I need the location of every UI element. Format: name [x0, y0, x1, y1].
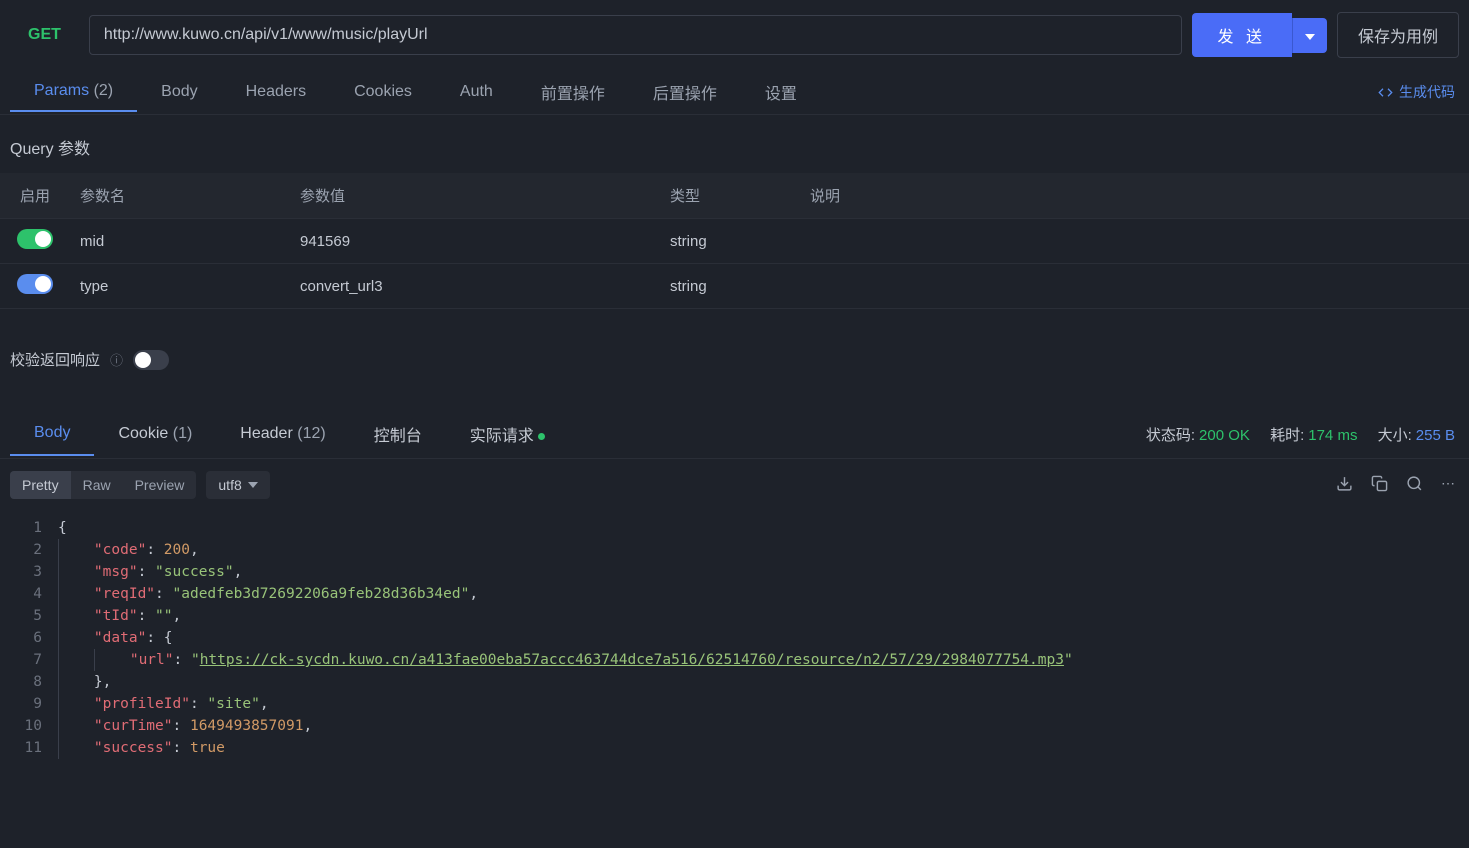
response-body-view[interactable]: 1{ 2 "code": 200, 3 "msg": "success", 4 … [0, 511, 1469, 765]
param-value[interactable]: 941569 [290, 219, 660, 264]
validate-label: 校验返回响应 [10, 349, 100, 370]
code-icon [1378, 85, 1393, 100]
param-name[interactable]: type [70, 264, 290, 309]
tab-cookies[interactable]: Cookies [330, 73, 436, 111]
tab-params[interactable]: Params (2) [10, 72, 137, 112]
response-tabs: Body Cookie (1) Header (12) 控制台 实际请求 状态码… [0, 410, 1469, 459]
resp-tab-console[interactable]: 控制台 [350, 410, 446, 458]
param-row: type convert_url3 string [0, 264, 1469, 309]
more-icon[interactable]: ⋯ [1441, 475, 1455, 495]
param-toggle[interactable] [17, 274, 53, 294]
resp-tab-header[interactable]: Header (12) [216, 413, 349, 455]
request-tabs: Params (2) Body Headers Cookies Auth 前置操… [0, 70, 1469, 115]
params-table: 启用 参数名 参数值 类型 说明 mid 941569 string type … [0, 173, 1469, 309]
col-type: 类型 [660, 173, 800, 219]
tab-body[interactable]: Body [137, 73, 221, 111]
status-dot-icon [538, 433, 545, 440]
validate-toggle[interactable] [133, 350, 169, 370]
param-value[interactable]: convert_url3 [290, 264, 660, 309]
param-type[interactable]: string [660, 219, 800, 264]
tab-post-script[interactable]: 后置操作 [629, 70, 741, 114]
tab-settings[interactable]: 设置 [741, 70, 821, 114]
param-desc[interactable] [800, 264, 1469, 309]
response-url-link[interactable]: https://ck-sycdn.kuwo.cn/a413fae00eba57a… [200, 652, 1064, 668]
param-name[interactable]: mid [70, 219, 290, 264]
help-icon[interactable]: ⓘ [110, 350, 123, 369]
col-value: 参数值 [290, 173, 660, 219]
send-button[interactable]: 发 送 [1192, 13, 1292, 57]
param-toggle[interactable] [17, 229, 53, 249]
http-method[interactable]: GET [10, 26, 79, 44]
export-icon[interactable] [1336, 475, 1353, 495]
col-desc: 说明 [800, 173, 1469, 219]
send-dropdown[interactable] [1292, 18, 1327, 53]
save-as-case-button[interactable]: 保存为用例 [1337, 12, 1459, 58]
generate-code-link[interactable]: 生成代码 [1378, 82, 1455, 102]
resp-tab-cookie[interactable]: Cookie (1) [94, 413, 216, 455]
view-mode-preview[interactable]: Preview [123, 471, 197, 499]
tab-headers[interactable]: Headers [222, 73, 330, 111]
encoding-select[interactable]: utf8 [206, 471, 269, 499]
view-mode-pretty[interactable]: Pretty [10, 471, 71, 499]
col-name: 参数名 [70, 173, 290, 219]
tab-pre-script[interactable]: 前置操作 [517, 70, 629, 114]
copy-icon[interactable] [1371, 475, 1388, 495]
tab-auth[interactable]: Auth [436, 73, 517, 111]
chevron-down-icon [248, 482, 258, 488]
resp-tab-body[interactable]: Body [10, 412, 94, 456]
url-input[interactable] [89, 15, 1182, 55]
query-section-title: Query 参数 [0, 115, 1469, 173]
search-icon[interactable] [1406, 475, 1423, 495]
response-status: 状态码:200 OK 耗时:174 ms 大小:255 B [1146, 424, 1455, 445]
view-mode-raw[interactable]: Raw [71, 471, 123, 499]
chevron-down-icon [1305, 34, 1315, 40]
view-mode-group: Pretty Raw Preview [10, 471, 196, 499]
param-desc[interactable] [800, 219, 1469, 264]
resp-tab-actual[interactable]: 实际请求 [446, 410, 569, 458]
param-type[interactable]: string [660, 264, 800, 309]
col-enable: 启用 [0, 173, 70, 219]
param-row: mid 941569 string [0, 219, 1469, 264]
